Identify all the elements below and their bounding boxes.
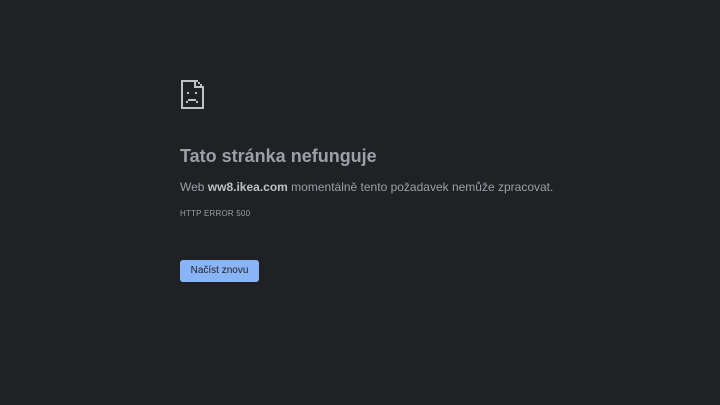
message-prefix: Web	[180, 180, 208, 194]
message-suffix: momentálně tento požadavek nemůže zpraco…	[287, 180, 554, 194]
reload-button[interactable]: Načíst znovu	[180, 260, 259, 282]
page-title: Tato stránka nefunguje	[180, 146, 377, 166]
sad-page-icon	[180, 79, 205, 110]
error-message: Web ww8.ikea.com momentálně tento požada…	[180, 179, 553, 195]
site-domain: ww8.ikea.com	[207, 180, 288, 194]
error-code: HTTP ERROR 500	[180, 209, 251, 218]
error-page: Tato stránka nefunguje Web ww8.ikea.com …	[0, 0, 720, 405]
